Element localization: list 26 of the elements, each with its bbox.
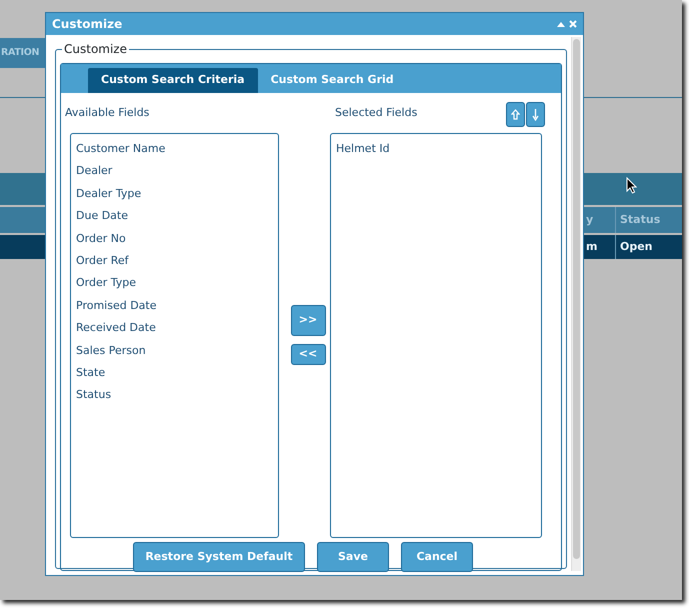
collapse-icon[interactable] [557,21,565,27]
pointer-icon [626,177,637,194]
list-item[interactable]: Dealer [75,160,278,183]
list-item[interactable]: Received Date [75,317,278,340]
list-item[interactable]: Dealer Type [75,182,278,206]
list-item[interactable]: State [75,362,278,384]
list-item[interactable]: Promised Date [75,294,278,318]
dialog-title: Customize [52,16,122,33]
list-item[interactable]: Sales Person [75,340,278,362]
list-item[interactable]: Helmet Id [335,138,541,160]
table-cell-text: m [586,239,598,255]
down-arrow-icon [532,108,539,121]
move-down-button[interactable] [526,102,545,127]
selected-fields-label: Selected Fields [335,105,418,121]
available-fields-label: Available Fields [65,105,150,121]
tab[interactable]: Custom Search Criteria [88,68,258,93]
list-item[interactable]: Order Ref [75,250,278,272]
move-up-button[interactable] [506,102,525,127]
table-cell-text: Open [620,239,653,255]
list-item[interactable]: Order Type [75,272,278,295]
list-item[interactable]: Due Date [75,205,278,228]
list-item[interactable]: Customer Name [75,138,278,160]
up-arrow-icon [511,109,520,120]
list-item[interactable]: Order No [75,228,278,250]
close-icon[interactable] [569,20,577,28]
list-item[interactable]: Status [75,384,278,407]
